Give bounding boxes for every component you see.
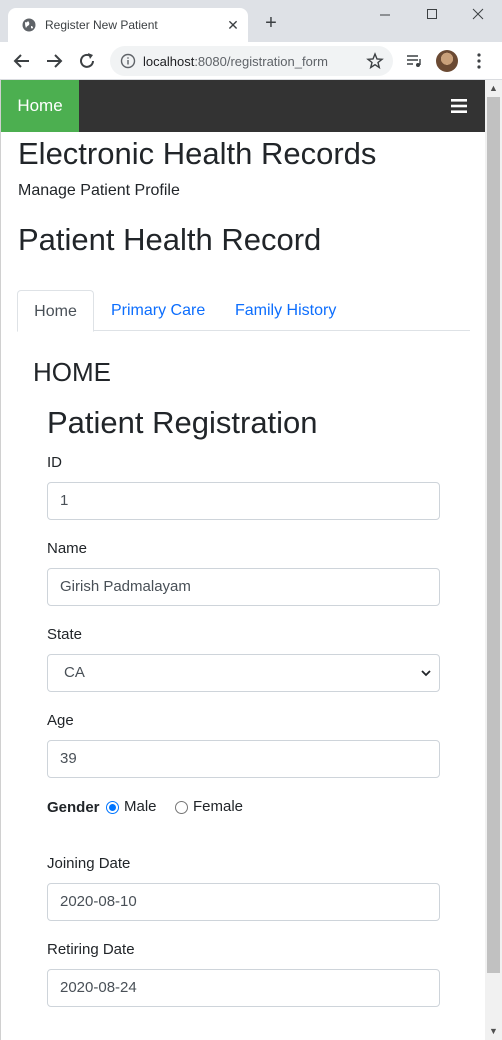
media-playlist-icon[interactable] — [405, 52, 423, 70]
minimize-icon[interactable] — [375, 6, 395, 22]
bookmark-star-icon[interactable] — [366, 52, 384, 70]
tab-primary-care[interactable]: Primary Care — [111, 290, 205, 331]
address-bar[interactable]: localhost:8080/registration_form — [110, 46, 393, 76]
form-title: Patient Registration — [47, 405, 318, 440]
record-tabs: Home Primary Care Family History — [17, 290, 470, 332]
vertical-scrollbar[interactable]: ▲ ▼ — [485, 80, 502, 1040]
state-label: State — [47, 626, 83, 643]
gender-female-radio[interactable] — [175, 801, 188, 814]
back-arrow-icon[interactable] — [12, 51, 32, 71]
age-label: Age — [47, 712, 74, 729]
new-tab-icon[interactable]: + — [262, 13, 280, 33]
scrollbar-thumb[interactable] — [487, 97, 500, 973]
window-close-icon[interactable] — [468, 6, 488, 22]
page-viewport: Home Electronic Health Records Manage Pa… — [0, 80, 485, 1040]
profile-avatar[interactable] — [436, 50, 458, 72]
id-label: ID — [47, 454, 62, 471]
url-text: localhost:8080/registration_form — [143, 54, 328, 69]
joining-date-field[interactable]: 2020-08-10 — [47, 883, 440, 921]
age-field[interactable]: 39 — [47, 740, 440, 778]
gender-label: Gender — [47, 799, 100, 816]
gender-male-radio[interactable] — [106, 801, 119, 814]
close-tab-icon[interactable]: ✕ — [225, 17, 241, 33]
retiring-date-label: Retiring Date — [47, 941, 135, 958]
browser-tab[interactable]: Register New Patient ✕ — [8, 8, 248, 42]
gender-male-label[interactable]: Male — [124, 798, 157, 815]
reload-icon[interactable] — [77, 51, 97, 71]
browser-toolbar: localhost:8080/registration_form — [0, 42, 502, 80]
state-select[interactable]: CA — [47, 654, 440, 692]
app-subtitle: Manage Patient Profile — [18, 182, 180, 199]
kebab-menu-icon[interactable] — [474, 52, 484, 70]
app-title: Electronic Health Records — [18, 136, 377, 171]
nav-home-link[interactable]: Home — [1, 80, 79, 132]
forward-arrow-icon[interactable] — [44, 51, 64, 71]
gender-female-label[interactable]: Female — [193, 798, 243, 815]
joining-date-label: Joining Date — [47, 855, 131, 872]
name-field[interactable]: Girish Padmalayam — [47, 568, 440, 606]
hamburger-icon[interactable] — [451, 98, 467, 114]
globe-icon — [22, 18, 36, 32]
tab-family-history[interactable]: Family History — [235, 290, 336, 331]
tab-home[interactable]: Home — [17, 290, 94, 332]
top-navbar: Home — [1, 80, 485, 132]
info-icon[interactable] — [120, 53, 136, 69]
scroll-up-arrow-icon[interactable]: ▲ — [485, 80, 502, 97]
id-field[interactable]: 1 — [47, 482, 440, 520]
browser-tab-strip: Register New Patient ✕ + — [0, 0, 502, 42]
retiring-date-field[interactable]: 2020-08-24 — [47, 969, 440, 1007]
state-select-value: CA — [64, 664, 85, 681]
name-label: Name — [47, 540, 88, 557]
scroll-down-arrow-icon[interactable]: ▼ — [485, 1023, 502, 1040]
browser-tab-title: Register New Patient — [45, 18, 158, 32]
chevron-down-icon — [421, 670, 431, 677]
section-title: HOME — [33, 357, 111, 387]
maximize-icon[interactable] — [422, 6, 442, 22]
record-title: Patient Health Record — [18, 222, 322, 257]
